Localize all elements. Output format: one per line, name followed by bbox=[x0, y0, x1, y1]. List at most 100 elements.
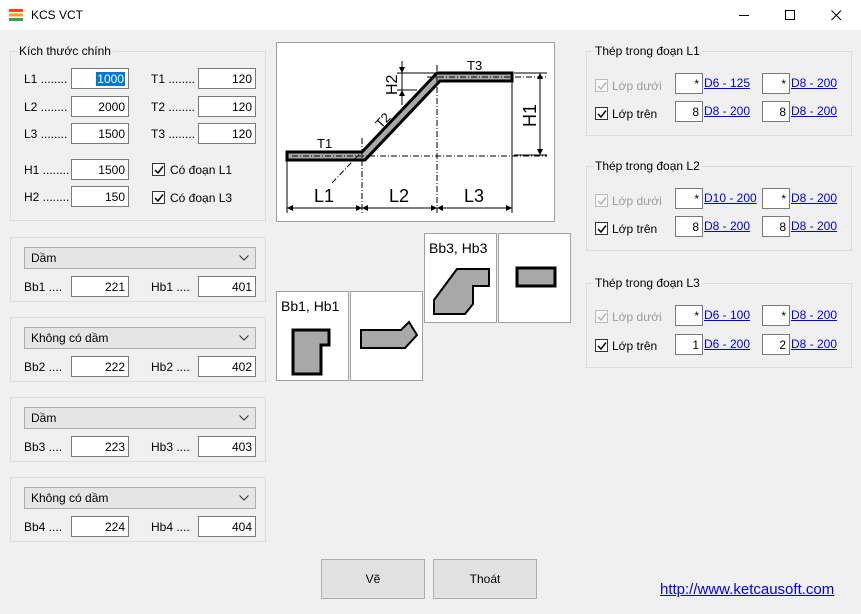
preview-slab-break bbox=[350, 291, 423, 381]
l1-upper-spec-link[interactable]: D8 - 200 bbox=[704, 104, 750, 118]
stair-diagram-panel: T1 T3 T2 H1 H2 L1 L2 L3 bbox=[276, 42, 555, 222]
beam-type-select-4[interactable]: Không có dầm bbox=[24, 487, 256, 509]
l2-upper-spec-link[interactable]: D8 - 200 bbox=[704, 219, 750, 233]
t3-label: T3 ........ bbox=[151, 127, 196, 141]
co-doan-l3-label[interactable]: Có đoạn L3 bbox=[170, 191, 232, 205]
diagram-l2-label: L2 bbox=[389, 186, 409, 206]
l2-lower-checkbox[interactable] bbox=[595, 194, 608, 207]
l1-input[interactable]: 1000 bbox=[71, 68, 129, 89]
website-link[interactable]: http://www.ketcausoft.com bbox=[660, 581, 834, 598]
l1-lower-spec2-link[interactable]: D8 - 200 bbox=[791, 76, 837, 90]
l3-upper-qty[interactable]: 1 bbox=[675, 334, 703, 355]
bb1-label: Bb1 .... bbox=[24, 280, 63, 294]
bb2-input[interactable]: 222 bbox=[71, 356, 129, 377]
bb1-input[interactable]: 221 bbox=[71, 276, 129, 297]
l1-lower-qty[interactable]: * bbox=[675, 73, 703, 94]
beam-section-bb1 bbox=[291, 328, 331, 376]
l1-label: L1 ........ bbox=[24, 72, 68, 86]
l3-lower-qty[interactable]: * bbox=[675, 305, 703, 326]
diagram-t3-label: T3 bbox=[467, 58, 482, 73]
upper-slab-shape bbox=[515, 266, 557, 288]
steel-group-l2-title: Thép trong đoạn L2 bbox=[593, 159, 702, 173]
chevron-down-icon bbox=[239, 495, 249, 501]
l1-upper-checkbox[interactable] bbox=[595, 107, 608, 120]
bb3-input[interactable]: 223 bbox=[71, 436, 129, 457]
l2-lower-qty2[interactable]: * bbox=[762, 188, 790, 209]
checkmark-icon bbox=[597, 225, 607, 234]
l3-upper-checkbox[interactable] bbox=[595, 339, 608, 352]
checkmark-icon bbox=[597, 342, 607, 351]
l3-lower-qty2[interactable]: * bbox=[762, 305, 790, 326]
diagram-t1-label: T1 bbox=[317, 136, 332, 151]
l3-lower-spec-link[interactable]: D6 - 100 bbox=[704, 308, 750, 322]
l3-label: L3 ........ bbox=[24, 127, 68, 141]
checkmark-icon bbox=[597, 313, 607, 322]
title-bar: KCS VCT bbox=[0, 0, 861, 31]
l3-lower-label[interactable]: Lớp dưới bbox=[612, 310, 662, 324]
l3-upper-label[interactable]: Lớp trên bbox=[612, 339, 657, 353]
l1-lower-qty2[interactable]: * bbox=[762, 73, 790, 94]
main-dims-title: Kích thước chính bbox=[17, 44, 113, 58]
beam-type-select-3[interactable]: Dầm bbox=[24, 407, 256, 429]
l2-upper-checkbox[interactable] bbox=[595, 222, 608, 235]
draw-button[interactable]: Vẽ bbox=[321, 559, 425, 599]
l2-lower-spec2-link[interactable]: D8 - 200 bbox=[791, 191, 837, 205]
l1-lower-label[interactable]: Lớp dưới bbox=[612, 79, 662, 93]
steel-group-l1-title: Thép trong đoạn L1 bbox=[593, 44, 702, 58]
chevron-down-icon bbox=[239, 415, 249, 421]
exit-button[interactable]: Thoát bbox=[433, 559, 537, 599]
hb2-label: Hb2 .... bbox=[151, 360, 190, 374]
hb2-input[interactable]: 402 bbox=[198, 356, 256, 377]
l2-lower-spec-link[interactable]: D10 - 200 bbox=[704, 191, 757, 205]
hb3-input[interactable]: 403 bbox=[198, 436, 256, 457]
steel-group-l2: Thép trong đoạn L2 bbox=[586, 159, 852, 251]
l2-upper-qty[interactable]: 8 bbox=[675, 216, 703, 237]
beam-type-select-2[interactable]: Không có dầm bbox=[24, 327, 256, 349]
t1-label: T1 ........ bbox=[151, 72, 196, 86]
l2-upper-qty2[interactable]: 8 bbox=[762, 216, 790, 237]
l1-upper-label[interactable]: Lớp trên bbox=[612, 107, 657, 121]
hb4-input[interactable]: 404 bbox=[198, 516, 256, 537]
h2-label: H2 ........ bbox=[24, 190, 70, 204]
l1-upper-spec2-link[interactable]: D8 - 200 bbox=[791, 104, 837, 118]
l3-input[interactable]: 1500 bbox=[71, 123, 129, 144]
l1-upper-qty[interactable]: 8 bbox=[675, 101, 703, 122]
l3-upper-spec2-link[interactable]: D8 - 200 bbox=[791, 337, 837, 351]
preview-upper-slab bbox=[498, 233, 571, 323]
l1-upper-qty2[interactable]: 8 bbox=[762, 101, 790, 122]
l2-lower-label[interactable]: Lớp dưới bbox=[612, 194, 662, 208]
chevron-down-icon bbox=[239, 255, 249, 261]
maximize-button[interactable] bbox=[768, 0, 814, 31]
beam-type-select-1[interactable]: Dầm bbox=[24, 247, 256, 269]
l3-upper-spec-link[interactable]: D6 - 200 bbox=[704, 337, 750, 351]
h1-label: H1 ........ bbox=[24, 163, 70, 177]
co-doan-l1-checkbox[interactable] bbox=[152, 163, 165, 176]
diagram-h2-label: H2 bbox=[384, 74, 401, 95]
co-doan-l3-checkbox[interactable] bbox=[152, 191, 165, 204]
l2-upper-spec2-link[interactable]: D8 - 200 bbox=[791, 219, 837, 233]
t2-input[interactable]: 120 bbox=[198, 96, 256, 117]
t1-input[interactable]: 120 bbox=[198, 68, 256, 89]
close-button[interactable] bbox=[814, 0, 860, 31]
hb1-input[interactable]: 401 bbox=[198, 276, 256, 297]
l1-lower-spec-link[interactable]: D6 - 125 bbox=[704, 76, 750, 90]
l1-lower-checkbox[interactable] bbox=[595, 79, 608, 92]
preview-bb1: Bb1, Hb1 bbox=[276, 291, 349, 381]
l2-lower-qty[interactable]: * bbox=[675, 188, 703, 209]
l3-lower-spec2-link[interactable]: D8 - 200 bbox=[791, 308, 837, 322]
minimize-button[interactable] bbox=[722, 0, 768, 31]
t3-input[interactable]: 120 bbox=[198, 123, 256, 144]
checkmark-icon bbox=[154, 166, 164, 175]
h2-input[interactable]: 150 bbox=[71, 186, 129, 207]
l2-input[interactable]: 2000 bbox=[71, 96, 129, 117]
h1-input[interactable]: 1500 bbox=[71, 159, 129, 180]
l3-upper-qty2[interactable]: 2 bbox=[762, 334, 790, 355]
hb4-label: Hb4 .... bbox=[151, 520, 190, 534]
co-doan-l1-label[interactable]: Có đoạn L1 bbox=[170, 163, 232, 177]
bb2-label: Bb2 .... bbox=[24, 360, 63, 374]
t2-label: T2 ........ bbox=[151, 100, 196, 114]
bb4-input[interactable]: 224 bbox=[71, 516, 129, 537]
l3-lower-checkbox[interactable] bbox=[595, 310, 608, 323]
l2-upper-label[interactable]: Lớp trên bbox=[612, 222, 657, 236]
steel-group-l1: Thép trong đoạn L1 bbox=[586, 44, 852, 136]
